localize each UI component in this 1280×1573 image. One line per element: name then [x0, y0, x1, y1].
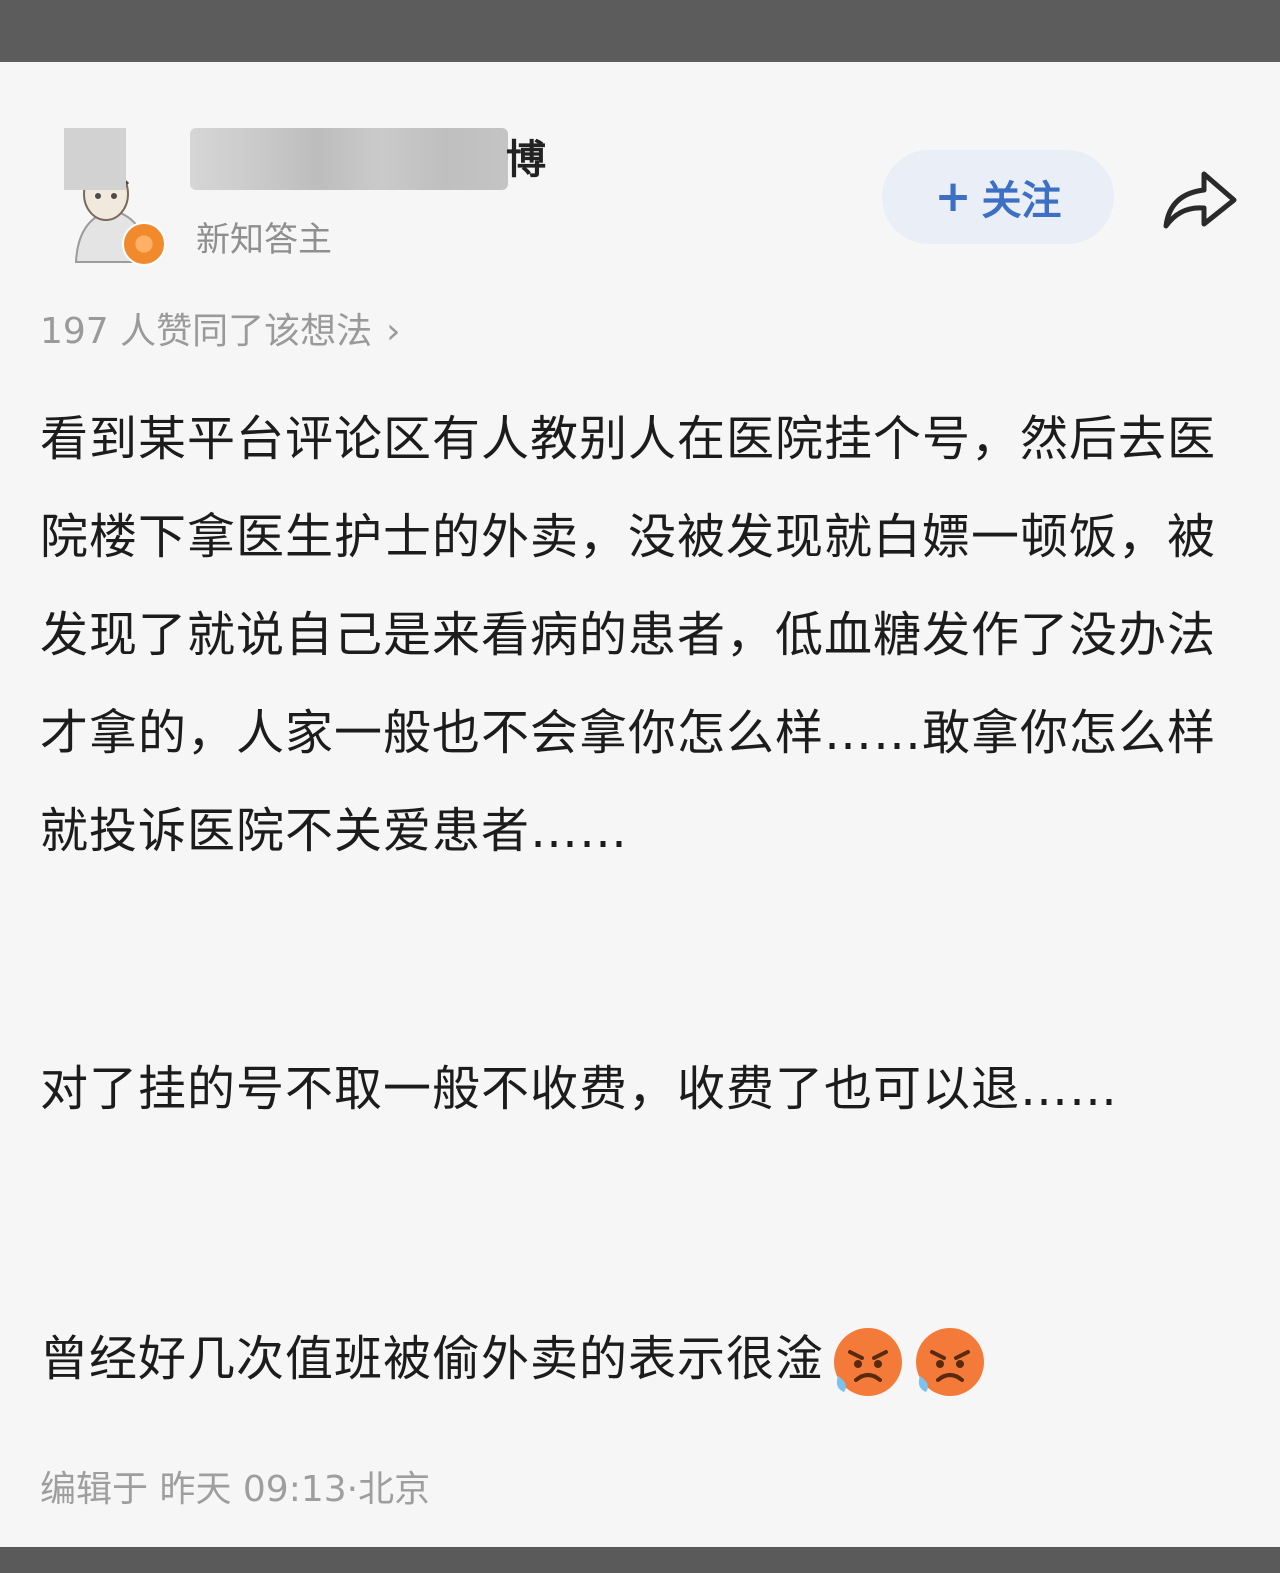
- post-paragraph-3: 曾经好几次值班被偷外卖的表示很淦: [40, 1310, 1240, 1408]
- edit-timestamp: 编辑于 昨天 09:13·北京: [40, 1469, 431, 1510]
- plus-icon: +: [934, 171, 972, 222]
- follow-button-label: 关注: [981, 178, 1062, 224]
- post-paragraph-2: 对了挂的号不取一般不收费，收费了也可以退……: [40, 1061, 1119, 1117]
- bottom-frame-bar: [0, 1547, 1280, 1573]
- follow-button[interactable]: + 关注: [882, 150, 1114, 244]
- author-badge-text: 新知答主: [196, 220, 332, 260]
- avatar-redaction: [64, 128, 126, 190]
- author-name-redacted[interactable]: [190, 128, 508, 190]
- post-paragraph-3-text: 曾经好几次值班被偷外卖的表示很淦: [40, 1331, 825, 1387]
- angry-face-icon: [916, 1328, 985, 1396]
- verified-badge-icon: [122, 222, 166, 266]
- likes-summary[interactable]: 197 人赞同了该想法 ›: [40, 308, 401, 356]
- chevron-right-icon: ›: [386, 311, 401, 352]
- author-name-suffix[interactable]: 博: [506, 136, 546, 184]
- likes-text: 197 人赞同了该想法: [40, 311, 373, 352]
- post-paragraph-1: 看到某平台评论区有人教别人在医院挂个号，然后去医院楼下拿医生护士的外卖，没被发现…: [40, 411, 1217, 859]
- top-frame-bar: [0, 0, 1280, 62]
- share-icon[interactable]: [1158, 160, 1242, 236]
- angry-face-icon: [834, 1328, 903, 1396]
